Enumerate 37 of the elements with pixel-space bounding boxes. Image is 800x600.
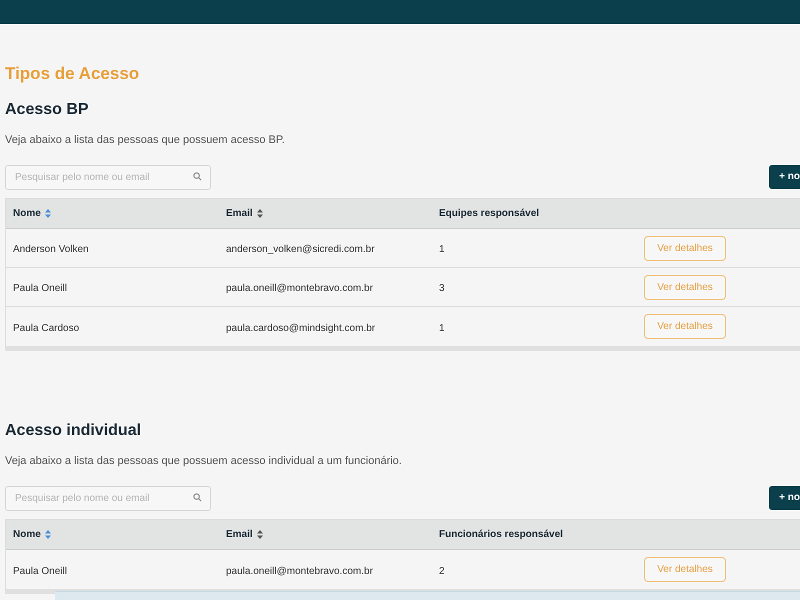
search-icon bbox=[193, 172, 202, 181]
details-button[interactable]: Ver detalhes bbox=[644, 236, 726, 260]
table-cell: paula.oneill@montebravo.com.br bbox=[226, 566, 373, 576]
details-button[interactable]: Ver detalhes bbox=[644, 557, 726, 582]
sort-icon[interactable] bbox=[256, 209, 263, 218]
column-header: Email bbox=[226, 528, 253, 542]
column-header: Nome bbox=[13, 528, 41, 542]
column-header: Nome bbox=[13, 207, 41, 221]
search-field[interactable]: Pesquisar pelo nome ou email bbox=[5, 486, 211, 511]
table-cell: 2 bbox=[439, 566, 445, 576]
column-header: Email bbox=[226, 207, 253, 221]
section-description: Veja abaixo a lista das pessoas que possuem acesso BP. bbox=[5, 133, 286, 148]
sort-icon[interactable] bbox=[44, 530, 51, 539]
table-cell: 3 bbox=[439, 283, 445, 294]
search-icon bbox=[193, 493, 202, 502]
section-title: Acesso BP bbox=[5, 100, 90, 120]
section-title: Acesso individual bbox=[5, 421, 142, 441]
table-cell: 1 bbox=[439, 244, 445, 255]
table-cell: Paula Oneill bbox=[13, 566, 67, 576]
table-cell: Paula Oneill bbox=[13, 283, 67, 294]
page-title: Tipos de Acesso bbox=[5, 63, 140, 85]
add-button[interactable]: + no bbox=[769, 486, 800, 510]
details-button[interactable]: Ver detalhes bbox=[644, 274, 726, 300]
add-button[interactable]: + no bbox=[769, 164, 800, 188]
details-button[interactable]: Ver detalhes bbox=[644, 314, 726, 339]
table-cell: anderson_volken@sicredi.com.br bbox=[226, 244, 375, 255]
search-field[interactable]: Pesquisar pelo nome ou email bbox=[5, 165, 211, 190]
table-cell: Anderson Volken bbox=[13, 244, 89, 255]
table-cell: paula.oneill@montebravo.com.br bbox=[226, 283, 373, 294]
table-cell: 1 bbox=[439, 322, 445, 334]
sort-icon[interactable] bbox=[256, 530, 263, 539]
column-header: Equipes responsável bbox=[439, 207, 540, 221]
section-description: Veja abaixo a lista das pessoas que possuem acesso individual a um funcionário. bbox=[5, 454, 403, 469]
table-cell: Paula Cardoso bbox=[13, 322, 80, 334]
column-header: Funcionários responsável bbox=[439, 528, 563, 542]
table-cell: paula.cardoso@mindsight.com.br bbox=[226, 322, 376, 334]
sort-icon[interactable] bbox=[44, 209, 51, 218]
